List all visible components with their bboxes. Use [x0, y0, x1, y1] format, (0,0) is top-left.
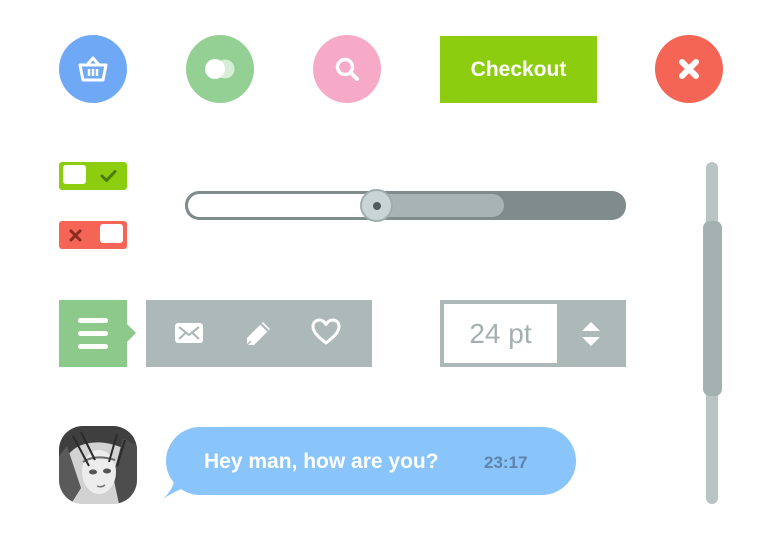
check-icon: [100, 170, 117, 182]
toggle-button[interactable]: [186, 35, 254, 103]
vertical-scroll-thumb[interactable]: [703, 221, 722, 396]
mail-icon: [175, 323, 203, 343]
search-button[interactable]: [313, 35, 381, 103]
chat-message-text: Hey man, how are you?: [204, 450, 439, 473]
basket-button[interactable]: [59, 35, 127, 103]
x-icon: [69, 229, 82, 242]
toggle-icon: [205, 59, 235, 79]
slider-thumb-dot: [372, 201, 381, 210]
pencil-icon: [246, 322, 270, 346]
chat-message-time: 23:17: [484, 453, 528, 472]
avatar: [59, 426, 137, 504]
checkout-button[interactable]: Checkout: [440, 36, 597, 103]
font-size-input[interactable]: 24 pt: [444, 304, 557, 363]
edit-button[interactable]: [242, 317, 276, 351]
heart-icon: [311, 318, 341, 345]
menu-icon: [78, 318, 108, 349]
close-icon: [679, 59, 699, 79]
close-button[interactable]: [655, 35, 723, 103]
menu-pointer: [127, 324, 136, 342]
menu-button[interactable]: [59, 300, 136, 367]
search-icon: [335, 57, 359, 81]
switch-on[interactable]: [59, 162, 127, 190]
up-down-arrows-icon: [582, 322, 600, 346]
chat-message-bubble[interactable]: Hey man, how are you? 23:17: [166, 427, 576, 495]
avatar-image: [59, 426, 137, 504]
switch-knob: [100, 224, 123, 243]
stepper-arrows[interactable]: [580, 319, 602, 349]
favorite-button[interactable]: [310, 317, 346, 351]
action-toolbar: [146, 300, 372, 367]
checkout-label: Checkout: [470, 57, 567, 81]
switch-knob: [63, 165, 86, 184]
font-size-value: 24 pt: [469, 317, 532, 349]
mail-button[interactable]: [173, 320, 209, 347]
slider-fill: [188, 194, 376, 217]
font-size-stepper: 24 pt: [440, 300, 626, 367]
slider-thumb[interactable]: [360, 189, 393, 222]
slider-track[interactable]: [185, 191, 626, 220]
basket-icon: [78, 56, 108, 82]
switch-off[interactable]: [59, 221, 127, 249]
